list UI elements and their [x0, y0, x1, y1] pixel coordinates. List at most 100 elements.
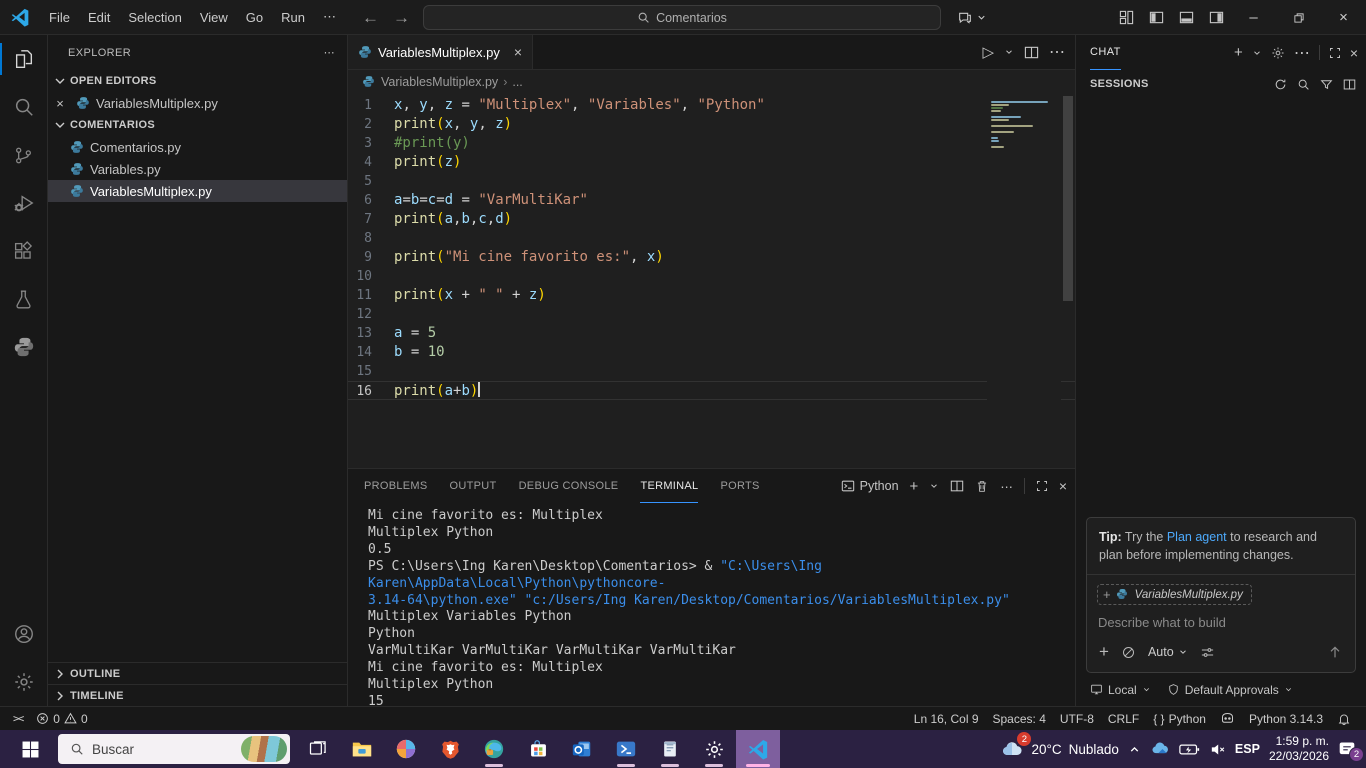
remote-indicator[interactable]: >< [6, 707, 29, 731]
weather-widget[interactable]: 2 20°C Nublado [1000, 732, 1119, 761]
filter-icon[interactable] [1320, 78, 1333, 91]
tray-expand-icon[interactable] [1128, 743, 1141, 756]
section-timeline[interactable]: TIMELINE [48, 684, 347, 706]
clock[interactable]: 1:59 p. m. 22/03/2026 [1269, 734, 1329, 764]
search-sessions-icon[interactable] [1297, 78, 1310, 91]
notification-center[interactable]: 2 [1338, 740, 1364, 762]
new-chat-icon[interactable]: + [1234, 44, 1243, 61]
menu-go[interactable]: Go [237, 6, 272, 29]
close-button[interactable]: × [1321, 0, 1366, 35]
copilot-taskbar-icon[interactable] [384, 730, 428, 768]
new-terminal-icon[interactable]: + [910, 478, 919, 495]
model-settings-icon[interactable] [1200, 645, 1215, 660]
panel-tab-terminal[interactable]: TERMINAL [640, 469, 699, 503]
menu-[interactable]: ⋯ [314, 5, 345, 29]
forward-icon[interactable]: → [393, 8, 410, 28]
plan-agent-link[interactable]: Plan agent [1167, 530, 1227, 544]
folder-header[interactable]: COMENTARIOS [48, 114, 347, 136]
chat-tab[interactable]: CHAT [1090, 35, 1121, 70]
panel-more-icon[interactable]: ⋯ [1000, 479, 1013, 494]
chat-settings-gear-icon[interactable] [1271, 46, 1285, 60]
tab-variablesmultiplex[interactable]: VariablesMultiplex.py × [348, 35, 534, 69]
source-control-icon[interactable] [0, 131, 48, 179]
tools-icon[interactable] [1121, 645, 1136, 660]
copilot-menu-button[interactable] [951, 5, 993, 30]
attach-plus-icon[interactable]: + [1099, 642, 1109, 662]
settings-taskbar-icon[interactable] [692, 730, 736, 768]
menu-view[interactable]: View [191, 6, 237, 29]
kill-terminal-icon[interactable] [975, 479, 989, 493]
python-icon[interactable] [0, 323, 48, 371]
file-explorer-taskbar-icon[interactable] [340, 730, 384, 768]
file-item[interactable]: VariablesMultiplex.py [48, 180, 347, 202]
settings-icon[interactable] [0, 658, 48, 706]
editor-scrollbar[interactable] [1061, 94, 1075, 467]
command-center-search[interactable]: Comentarios [423, 5, 941, 30]
edge-taskbar-icon[interactable] [472, 730, 516, 768]
panel-tab-debug-console[interactable]: DEBUG CONSOLE [519, 469, 619, 503]
eol-sequence[interactable]: CRLF [1101, 707, 1146, 731]
outlook-taskbar-icon[interactable] [560, 730, 604, 768]
chat-input[interactable]: Describe what to build [1087, 607, 1355, 634]
task-view-taskbar-icon[interactable] [296, 730, 340, 768]
run-python-file-icon[interactable]: ▷ [982, 43, 994, 61]
panel-tab-output[interactable]: OUTPUT [450, 469, 497, 503]
code-editor[interactable]: 1 x, y, z = "Multiplex", "Variables", "Py… [348, 94, 1075, 467]
start-button[interactable] [8, 730, 52, 768]
file-item[interactable]: Variables.py [48, 158, 347, 180]
menu-file[interactable]: File [40, 6, 79, 29]
store-taskbar-icon[interactable] [516, 730, 560, 768]
customize-layout-icon[interactable] [1111, 0, 1141, 35]
terminal-instance[interactable]: Python [841, 479, 899, 493]
chat-close-icon[interactable]: × [1350, 45, 1358, 61]
menu-edit[interactable]: Edit [79, 6, 119, 29]
run-debug-icon[interactable] [0, 179, 48, 227]
context-chip[interactable]: + VariablesMultiplex.py [1097, 584, 1252, 605]
volume-muted-icon[interactable] [1209, 741, 1226, 758]
send-icon[interactable] [1327, 644, 1343, 660]
tab-close-icon[interactable]: × [514, 44, 522, 60]
file-item[interactable]: Comentarios.py [48, 136, 347, 158]
problems-indicator[interactable]: 0 0 [29, 707, 94, 731]
battery-icon[interactable] [1179, 743, 1200, 756]
chat-maximize-icon[interactable] [1329, 47, 1341, 59]
notepad-taskbar-icon[interactable] [648, 730, 692, 768]
close-panel-icon[interactable]: × [1059, 478, 1067, 494]
toggle-secondary-sidebar-icon[interactable] [1201, 0, 1231, 35]
chat-more-icon[interactable]: ⋯ [1294, 43, 1310, 63]
search-highlight-image[interactable] [241, 736, 287, 762]
close-editor-icon[interactable]: × [52, 96, 68, 111]
testing-icon[interactable] [0, 275, 48, 323]
panel-tab-problems[interactable]: PROBLEMS [364, 469, 428, 503]
notifications-bell-icon[interactable] [1330, 707, 1358, 731]
python-interpreter[interactable]: Python 3.14.3 [1242, 707, 1330, 731]
run-dropdown-icon[interactable] [1004, 47, 1014, 57]
copilot-status-icon[interactable] [1213, 707, 1242, 731]
split-terminal-icon[interactable] [950, 479, 964, 493]
editor-more-icon[interactable]: ⋯ [1049, 42, 1065, 62]
open-editor-item[interactable]: × VariablesMultiplex.py [48, 92, 347, 114]
restore-button[interactable] [1276, 0, 1321, 35]
account-icon[interactable] [0, 610, 48, 658]
powershell-taskbar-icon[interactable] [604, 730, 648, 768]
section-outline[interactable]: OUTLINE [48, 662, 347, 684]
menu-run[interactable]: Run [272, 6, 314, 29]
approvals-picker[interactable]: Default Approvals [1167, 683, 1293, 697]
split-editor-icon[interactable] [1024, 45, 1039, 60]
language-mode[interactable]: { } Python [1146, 707, 1213, 731]
toggle-primary-sidebar-icon[interactable] [1141, 0, 1171, 35]
back-icon[interactable]: ← [362, 8, 379, 28]
toggle-panel-icon[interactable] [1171, 0, 1201, 35]
mode-picker[interactable]: Auto [1148, 645, 1188, 659]
maximize-panel-icon[interactable] [1036, 480, 1048, 492]
terminal[interactable]: Mi cine favorito es: Multiplex Multiplex … [348, 503, 1075, 730]
menu-selection[interactable]: Selection [119, 6, 190, 29]
taskbar-search[interactable]: Buscar [58, 734, 290, 764]
extensions-icon[interactable] [0, 227, 48, 275]
cursor-position[interactable]: Ln 16, Col 9 [907, 707, 986, 731]
panel-tab-ports[interactable]: PORTS [720, 469, 759, 503]
refresh-icon[interactable] [1274, 78, 1287, 91]
open-editors-header[interactable]: OPEN EDITORS [48, 70, 347, 92]
keyboard-language[interactable]: ESP [1235, 742, 1260, 756]
minimap[interactable] [987, 94, 1061, 467]
